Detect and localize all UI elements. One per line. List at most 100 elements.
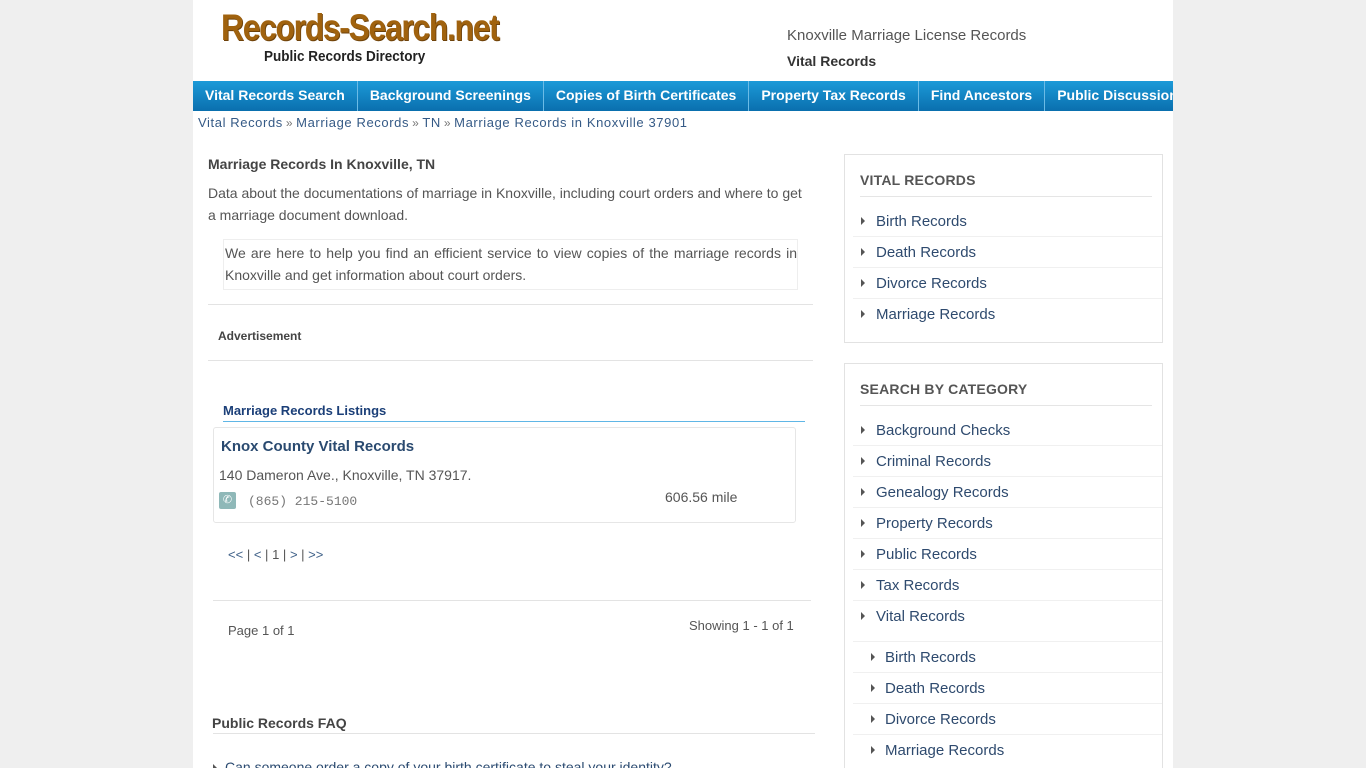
sidebar-item-background-checks[interactable]: Background Checks bbox=[853, 415, 1162, 446]
sidebar-item-label: Birth Records bbox=[876, 213, 967, 230]
sidebar-item-genealogy-records[interactable]: Genealogy Records bbox=[853, 477, 1162, 508]
sidebar-item-label: Vital Records bbox=[876, 608, 965, 625]
sidebar-item-label: Divorce Records bbox=[885, 711, 996, 728]
breadcrumb-separator: » bbox=[443, 116, 452, 130]
pager-prev[interactable]: < bbox=[254, 547, 262, 562]
vital-records-title: VITAL RECORDS bbox=[860, 155, 1152, 197]
sidebar-item-label: Death Records bbox=[876, 244, 977, 261]
page-title: Marriage Records In Knoxville, TN bbox=[208, 156, 436, 172]
caret-right-icon bbox=[861, 426, 865, 434]
logo-tagline: Public Records Directory bbox=[264, 48, 426, 65]
caret-right-icon bbox=[861, 310, 865, 318]
breadcrumb-vital-records[interactable]: Vital Records bbox=[198, 115, 283, 130]
pager-separator: | bbox=[301, 547, 305, 562]
sidebar-subitem-birth-records[interactable]: Birth Records bbox=[853, 642, 1162, 673]
sidebar-subitem-marriage-records[interactable]: Marriage Records bbox=[853, 735, 1162, 766]
intro-text: Data about the documentations of marriag… bbox=[208, 185, 802, 223]
caret-right-icon bbox=[861, 550, 865, 558]
sidebar-item-criminal-records[interactable]: Criminal Records bbox=[853, 446, 1162, 477]
breadcrumb: Vital Records» Marriage Records» TN» Marria… bbox=[198, 115, 688, 130]
pager-current: 1 bbox=[272, 547, 280, 562]
site-logo[interactable]: Records-Search.net Public Records Direct… bbox=[221, 7, 500, 68]
caret-right-icon bbox=[861, 519, 865, 527]
nav-vital-records-search[interactable]: Vital Records Search bbox=[193, 81, 358, 111]
results-count: Showing 1 - 1 of 1 bbox=[689, 618, 794, 633]
nav-birth-certificates[interactable]: Copies of Birth Certificates bbox=[544, 81, 750, 111]
sidebar-item-label: Marriage Records bbox=[885, 742, 1005, 759]
sidebar-item-death-records[interactable]: Death Records bbox=[853, 237, 1162, 268]
main-nav: Vital Records Search Background Screenin… bbox=[193, 81, 1173, 111]
divider bbox=[208, 360, 813, 361]
listing-name-link[interactable]: Knox County Vital Records bbox=[221, 438, 414, 455]
sidebar-item-label: Divorce Records bbox=[876, 275, 987, 292]
nav-public-discussion[interactable]: Public Discussion bbox=[1045, 81, 1173, 111]
caret-right-icon bbox=[871, 653, 875, 661]
category-box: SEARCH BY CATEGORY Background Checks Cri… bbox=[844, 363, 1163, 768]
sidebar-item-label: Tax Records bbox=[876, 577, 960, 594]
breadcrumb-separator: » bbox=[412, 116, 420, 130]
phone-icon: ✆ bbox=[219, 492, 236, 509]
sidebar-item-tax-records[interactable]: Tax Records bbox=[853, 570, 1162, 601]
breadcrumb-current: Marriage Records in Knoxville 37901 bbox=[454, 115, 688, 130]
caret-right-icon bbox=[871, 715, 875, 723]
divider bbox=[208, 304, 813, 305]
listings-title: Marriage Records Listings bbox=[223, 403, 805, 422]
divider bbox=[213, 733, 815, 734]
pager-separator: | bbox=[265, 547, 269, 562]
listing-address: 140 Dameron Ave., Knoxville, TN 37917. bbox=[219, 467, 472, 483]
header-title: Knoxville Marriage License Records bbox=[787, 27, 1027, 44]
advertisement-label: Advertisement bbox=[218, 329, 302, 343]
caret-right-icon bbox=[871, 684, 875, 692]
caret-right-icon bbox=[861, 488, 865, 496]
logo-text: Records-Search.net bbox=[221, 7, 500, 48]
sidebar-item-property-records[interactable]: Property Records bbox=[853, 508, 1162, 539]
breadcrumb-separator: » bbox=[285, 116, 294, 130]
nav-property-tax-records[interactable]: Property Tax Records bbox=[749, 81, 919, 111]
sidebar-item-vital-records[interactable]: Vital Records bbox=[853, 601, 1162, 642]
sidebar-item-label: Birth Records bbox=[885, 649, 976, 666]
pager-first[interactable]: << bbox=[228, 547, 243, 562]
nav-find-ancestors[interactable]: Find Ancestors bbox=[919, 81, 1046, 111]
caret-right-icon bbox=[861, 612, 865, 620]
pager-separator: | bbox=[282, 547, 287, 562]
faq-title: Public Records FAQ bbox=[212, 715, 347, 731]
sidebar-item-label: Property Records bbox=[876, 515, 993, 532]
sidebar-item-marriage-records[interactable]: Marriage Records bbox=[853, 299, 1162, 330]
listing-card: Knox County Vital Records 140 Dameron Av… bbox=[213, 427, 796, 523]
sidebar-item-label: Criminal Records bbox=[876, 453, 992, 470]
vital-records-box: VITAL RECORDS Birth Records Death Record… bbox=[844, 154, 1163, 343]
main-content: Marriage Records In Knoxville, TN Data a… bbox=[208, 150, 815, 768]
caret-right-icon bbox=[861, 248, 865, 256]
nav-background-screenings[interactable]: Background Screenings bbox=[358, 81, 544, 111]
sidebar-item-label: Public Records bbox=[876, 546, 977, 563]
pagination: << | < | 1 | > | >> bbox=[228, 547, 323, 562]
help-text: We are here to help you find an efficien… bbox=[223, 239, 798, 290]
sidebar-item-label: Death Records bbox=[885, 680, 986, 697]
sidebar-item-label: Marriage Records bbox=[876, 306, 996, 323]
pager-last[interactable]: >> bbox=[308, 547, 323, 562]
listing-phone: (865) 215-5100 bbox=[248, 494, 358, 509]
pager-next[interactable]: > bbox=[290, 547, 298, 562]
breadcrumb-marriage-records[interactable]: Marriage Records bbox=[296, 115, 409, 130]
page: Records-Search.net Public Records Direct… bbox=[193, 0, 1173, 768]
sidebar-item-label: Genealogy Records bbox=[876, 484, 1009, 501]
sidebar-subitem-divorce-records[interactable]: Divorce Records bbox=[853, 704, 1162, 735]
sidebar-item-divorce-records[interactable]: Divorce Records bbox=[853, 268, 1162, 299]
sidebar-item-public-records[interactable]: Public Records bbox=[853, 539, 1162, 570]
caret-right-icon bbox=[861, 217, 865, 225]
category-title: SEARCH BY CATEGORY bbox=[860, 364, 1152, 406]
divider bbox=[213, 600, 811, 601]
faq-item-link[interactable]: Can someone order a copy of your birth c… bbox=[225, 759, 672, 768]
sidebar-item-birth-records[interactable]: Birth Records bbox=[853, 206, 1162, 237]
breadcrumb-tn[interactable]: TN bbox=[422, 115, 441, 130]
listing-distance: 606.56 mile bbox=[665, 489, 738, 505]
caret-right-icon bbox=[213, 764, 217, 768]
pager-separator: | bbox=[246, 547, 251, 562]
page-count: Page 1 of 1 bbox=[228, 623, 295, 638]
sidebar-subitem-death-records[interactable]: Death Records bbox=[853, 673, 1162, 704]
header-subtitle: Vital Records bbox=[787, 53, 877, 69]
caret-right-icon bbox=[861, 279, 865, 287]
caret-right-icon bbox=[861, 581, 865, 589]
faq-item[interactable]: Can someone order a copy of your birth c… bbox=[213, 759, 672, 768]
caret-right-icon bbox=[871, 746, 875, 754]
